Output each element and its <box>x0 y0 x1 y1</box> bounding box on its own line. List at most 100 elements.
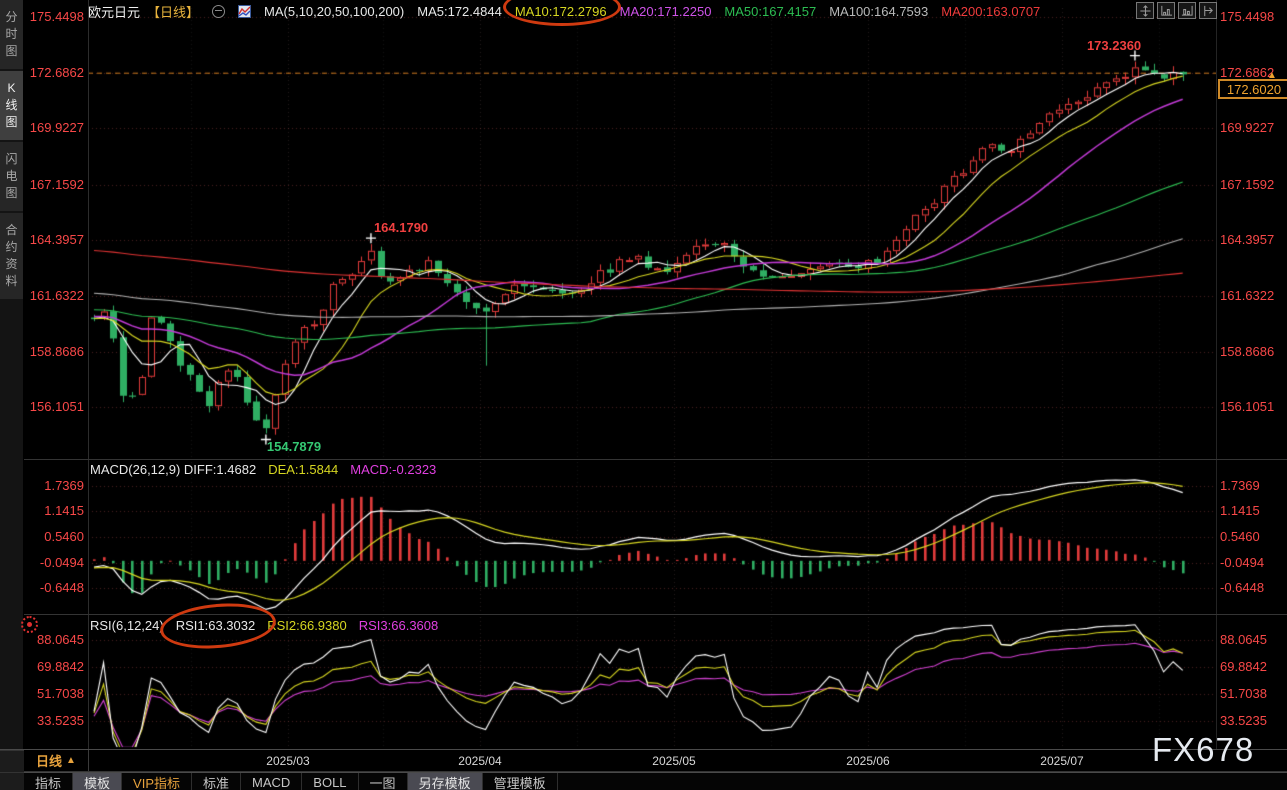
move-icon[interactable] <box>1136 2 1154 19</box>
y-axis-label: 51.7038 <box>24 686 84 701</box>
y-axis-label: 33.5235 <box>1220 713 1267 728</box>
y-axis-label: 169.9227 <box>1220 120 1274 135</box>
rsi-header: RSI(6,12,24) RSI1:63.3032 RSI2:66.9380 RSI3… <box>90 618 438 633</box>
y-axis-label: 88.0645 <box>1220 632 1267 647</box>
current-price-box: 172.6020 <box>1218 79 1287 99</box>
y-axis-label: -0.6448 <box>1220 580 1264 595</box>
period-selector[interactable]: 日线 ▲ <box>24 750 89 771</box>
y-axis-label: 167.1592 <box>24 177 84 192</box>
x-axis-label: 2025/04 <box>458 754 501 768</box>
y-axis-label: 88.0645 <box>24 632 84 647</box>
ma-values: MA5:172.4844 MA10:172.2796 MA20:171.2250 MA… <box>417 4 1040 19</box>
x-axis-label: 2025/07 <box>1040 754 1083 768</box>
x-axis-label: 2025/03 <box>266 754 309 768</box>
axis-scale-left-icon[interactable] <box>1157 2 1175 19</box>
y-axis-label: 69.8842 <box>24 659 84 674</box>
y-axis-label: 0.5460 <box>24 529 84 544</box>
chart-application: 分时图K线图闪电图合约资料 欧元日元 【日线】 MA(5,10,20,50,10… <box>0 0 1287 790</box>
price-annotation: 164.1790 <box>374 220 428 235</box>
y-axis-label: 33.5235 <box>24 713 84 728</box>
chart-mini-icon <box>238 5 251 18</box>
indicator-value: MACD(26,12,9) DIFF:1.4682 <box>90 462 256 477</box>
ma-value: MA50:167.4157 <box>724 4 816 19</box>
sidebar-item-合约资料[interactable]: 合约资料 <box>0 213 23 299</box>
period-arrow-icon: ▲ <box>66 755 76 766</box>
y-axis-label: 1.1415 <box>24 503 84 518</box>
price-pane-canvas[interactable] <box>88 8 1216 460</box>
y-axis-label: 172.6862 <box>24 65 84 80</box>
toolbar-tab-MACD[interactable]: MACD <box>241 773 302 790</box>
corner-cell-bottom <box>0 772 24 790</box>
indicator-value: RSI3:66.3608 <box>359 618 439 633</box>
toolbar-tab-指标[interactable]: 指标 <box>24 773 73 790</box>
header-tool-icons <box>1136 2 1217 19</box>
y-axis-label: 51.7038 <box>1220 686 1267 701</box>
alert-marker-icon[interactable] <box>21 616 38 633</box>
toolbar-tab-另存模板[interactable]: 另存模板 <box>408 773 483 790</box>
price-annotation: 173.2360 <box>1087 38 1141 53</box>
rsi-pane-canvas[interactable] <box>88 617 1216 749</box>
y-axis-label: 0.5460 <box>1220 529 1260 544</box>
ma-value: MA20:171.2250 <box>620 4 712 19</box>
y-axis-label: -0.0494 <box>1220 555 1264 570</box>
toolbar-tab-BOLL[interactable]: BOLL <box>302 773 358 790</box>
indicator-value: RSI(6,12,24) <box>90 618 164 633</box>
y-axis-label: 1.7369 <box>24 478 84 493</box>
corner-cell-top <box>0 750 24 772</box>
sidebar-item-闪电图[interactable]: 闪电图 <box>0 142 23 211</box>
y-axis-label: 169.9227 <box>24 120 84 135</box>
indicator-value: RSI1:63.3032 <box>176 618 256 633</box>
toolbar-tab-一图[interactable]: 一图 <box>359 773 408 790</box>
y-axis-label: -0.6448 <box>24 580 84 595</box>
y-axis-label: 164.3957 <box>24 232 84 247</box>
left-sidebar: 分时图K线图闪电图合约资料 <box>0 0 24 790</box>
sidebar-item-K线图[interactable]: K线图 <box>0 71 23 140</box>
y-axis-label: 161.6322 <box>1220 288 1274 303</box>
ma-settings-label: MA(5,10,20,50,100,200) <box>264 4 404 19</box>
toolbar-tab-管理模板[interactable]: 管理模板 <box>483 773 558 790</box>
collapse-icon[interactable] <box>212 5 225 18</box>
ma-value: MA100:164.7593 <box>829 4 928 19</box>
price-up-arrow-icon: ▲ <box>1267 70 1277 81</box>
y-axis-label: 167.1592 <box>1220 177 1274 192</box>
pane-divider-2 <box>24 614 1287 615</box>
ma-value: MA10:172.2796 <box>515 4 607 19</box>
instrument-title: 欧元日元 <box>88 2 140 21</box>
macd-header: MACD(26,12,9) DIFF:1.4682 DEA:1.5844 MACD:… <box>90 462 436 477</box>
x-axis-label: 2025/05 <box>652 754 695 768</box>
axis-divider-left <box>88 0 89 749</box>
watermark: FX678 <box>1152 731 1254 769</box>
chart-header: 欧元日元 【日线】 MA(5,10,20,50,100,200) MA5:172… <box>88 2 1040 20</box>
y-axis-label: 156.1051 <box>1220 399 1274 414</box>
macd-pane-canvas[interactable] <box>88 462 1216 614</box>
sidebar-item-分时图[interactable]: 分时图 <box>0 0 23 69</box>
y-axis-label: 156.1051 <box>24 399 84 414</box>
ma-value: MA5:172.4844 <box>417 4 502 19</box>
indicator-value: DEA:1.5844 <box>268 462 338 477</box>
pane-divider-1 <box>24 459 1287 460</box>
shift-right-icon[interactable] <box>1199 2 1217 19</box>
toolbar-tab-标准[interactable]: 标准 <box>192 773 241 790</box>
bottom-toolbar: 指标模板VIP指标标准MACDBOLL一图另存模板管理模板 <box>24 772 1287 790</box>
axis-scale-right-icon[interactable] <box>1178 2 1196 19</box>
indicator-value: RSI2:66.9380 <box>267 618 347 633</box>
axis-divider-right <box>1216 0 1217 749</box>
y-axis-label: 175.4498 <box>1220 9 1274 24</box>
x-axis-label: 2025/06 <box>846 754 889 768</box>
period-label: 日线 <box>36 751 62 770</box>
period-tag: 【日线】 <box>147 2 199 21</box>
y-axis-label: 175.4498 <box>24 9 84 24</box>
y-axis-label: 161.6322 <box>24 288 84 303</box>
y-axis-label: -0.0494 <box>24 555 84 570</box>
pane-divider-3 <box>0 749 1287 750</box>
y-axis-label: 1.1415 <box>1220 503 1260 518</box>
indicator-value: MACD:-0.2323 <box>350 462 436 477</box>
y-axis-label: 158.8686 <box>24 344 84 359</box>
y-axis-label: 158.8686 <box>1220 344 1274 359</box>
toolbar-tab-VIP指标[interactable]: VIP指标 <box>122 773 192 790</box>
price-annotation: 154.7879 <box>267 439 321 454</box>
y-axis-label: 164.3957 <box>1220 232 1274 247</box>
toolbar-tab-模板[interactable]: 模板 <box>73 773 122 790</box>
y-axis-label: 1.7369 <box>1220 478 1260 493</box>
y-axis-label: 69.8842 <box>1220 659 1267 674</box>
